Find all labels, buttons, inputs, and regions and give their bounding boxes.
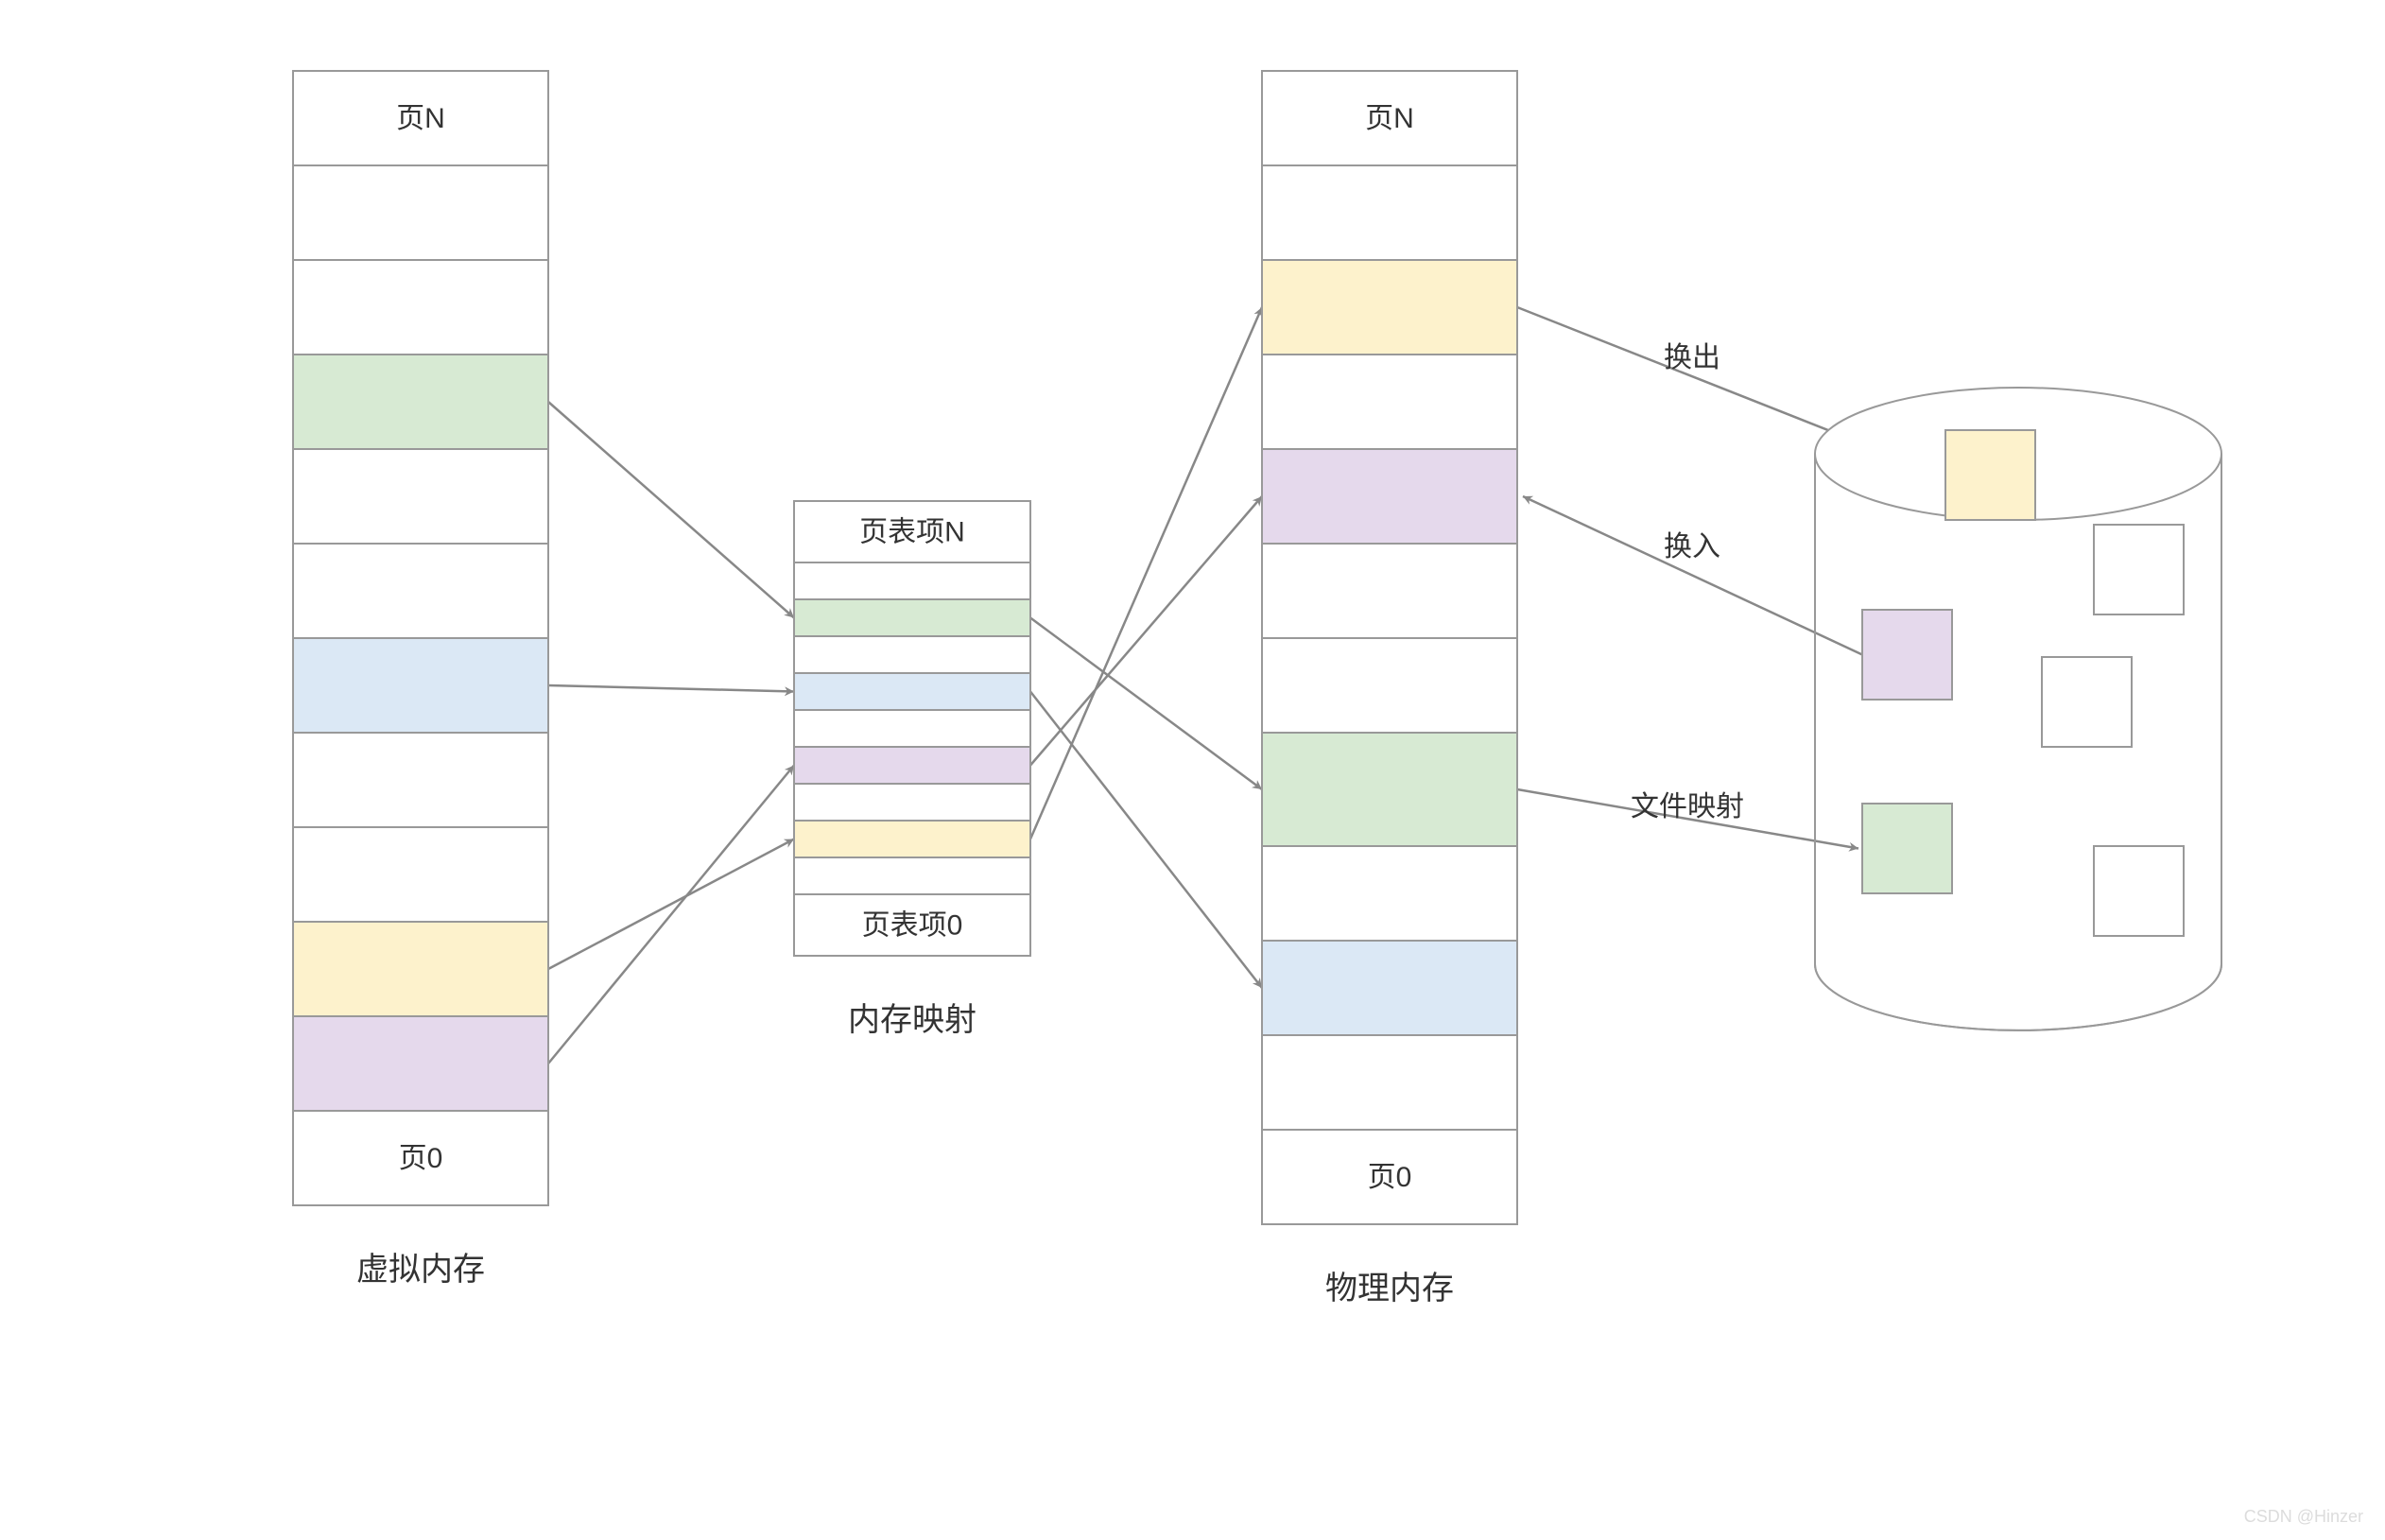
physical-cell (1262, 733, 1517, 846)
disk-block (2094, 846, 2184, 936)
physical-cell (1262, 260, 1517, 355)
edge-label: 文件映射 (1631, 791, 1744, 822)
virtual-cell (293, 1016, 548, 1111)
physical-caption: 物理内存 (1325, 1271, 1454, 1306)
virtual-cell (293, 827, 548, 922)
virtual-column: 页N 页0 (293, 71, 548, 1205)
disk-block (1862, 804, 1952, 893)
physical-cell (1262, 1035, 1517, 1130)
virtual-cell (293, 355, 548, 449)
pageTable-cell-label: 页表项N (859, 516, 965, 547)
virtual-cell (293, 449, 548, 544)
vp-to-pt-arrow (548, 839, 794, 970)
physical-cell (1262, 544, 1517, 638)
pageTable-cell (794, 857, 1030, 894)
pt-to-phys-arrow (1030, 692, 1262, 989)
disk-block (1945, 430, 2035, 520)
virtual-cell (293, 638, 548, 733)
physical-cell-label: 页0 (1368, 1162, 1412, 1193)
virtual-caption: 虚拟内存 (356, 1252, 485, 1288)
virtual-cell-label: 页0 (399, 1143, 443, 1174)
physical-cell (1262, 355, 1517, 449)
columns-layer: 页N 页0 页表项N 页表项0 页N 页0 (293, 71, 1517, 1224)
disk-cylinder (1815, 388, 2221, 1030)
pageTable-cell (794, 599, 1030, 636)
pageTable-cell (794, 821, 1030, 857)
virtual-cell (293, 733, 548, 827)
pageTable-cell-label: 页表项0 (862, 909, 963, 941)
disk-block (2094, 525, 2184, 614)
pageTable-cell (794, 747, 1030, 784)
disk-block (2042, 657, 2132, 747)
pt-to-phys-arrow (1030, 618, 1262, 790)
physical-cell-label: 页N (1365, 103, 1414, 134)
pt-to-phys-arrow (1030, 496, 1262, 766)
swap-in-arrow (1523, 496, 1862, 655)
pageTable-cell (794, 562, 1030, 599)
arrows-layer: 换出换入文件映射 (548, 307, 1942, 1064)
virtual-cell (293, 260, 548, 355)
vp-to-pt-arrow (548, 402, 794, 618)
virtual-cell-label: 页N (396, 103, 445, 134)
disk-layer (1815, 388, 2221, 1030)
physical-column: 页N 页0 (1262, 71, 1517, 1224)
vp-to-pt-arrow (548, 766, 794, 1064)
physical-cell (1262, 165, 1517, 260)
virtual-cell (293, 922, 548, 1016)
pageTable-column: 页表项N 页表项0 (794, 501, 1030, 956)
physical-cell (1262, 846, 1517, 941)
virtual-cell (293, 165, 548, 260)
pageTable-cell (794, 710, 1030, 747)
edge-label: 换出 (1664, 342, 1720, 373)
physical-cell (1262, 638, 1517, 733)
pageTable-caption: 内存映射 (848, 1002, 976, 1038)
pageTable-cell (794, 784, 1030, 821)
edge-label: 换入 (1664, 531, 1720, 562)
pageTable-cell (794, 636, 1030, 673)
disk-block (1862, 610, 1952, 700)
virtual-cell (293, 544, 548, 638)
physical-cell (1262, 449, 1517, 544)
vp-to-pt-arrow (548, 685, 794, 692)
pt-to-phys-arrow (1030, 307, 1262, 839)
watermark: CSDN @Hinzer (2244, 1507, 2363, 1526)
physical-cell (1262, 941, 1517, 1035)
pageTable-cell (794, 673, 1030, 710)
